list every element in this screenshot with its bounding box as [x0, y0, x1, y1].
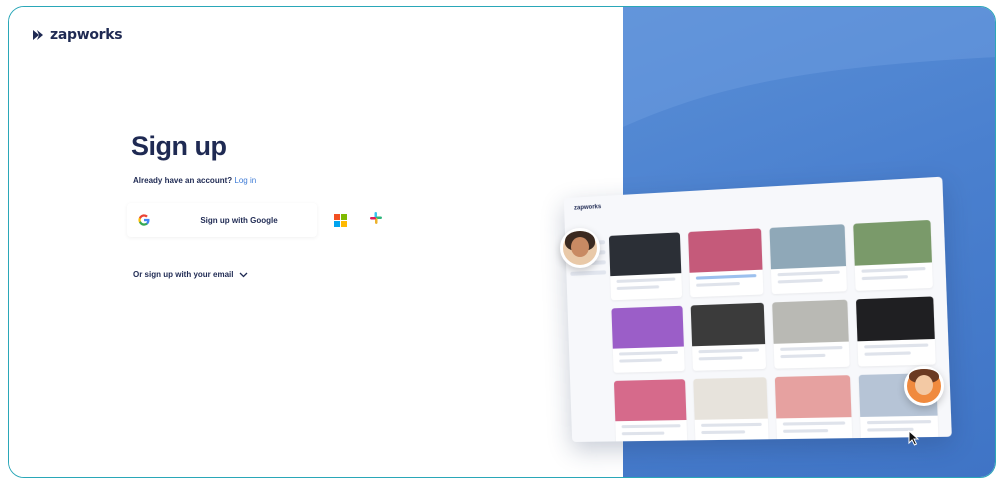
mockup-project-grid [608, 219, 939, 443]
project-card [688, 228, 764, 298]
login-prompt: Already have an account? Log in [133, 176, 256, 185]
login-prompt-text: Already have an account? [133, 176, 233, 185]
microsoft-signup-button[interactable] [327, 207, 353, 233]
chevron-down-icon [239, 265, 248, 283]
background-wave [623, 7, 995, 127]
project-card [693, 377, 769, 443]
project-card [855, 296, 936, 367]
product-mockup: zapworks [563, 176, 952, 443]
login-link[interactable]: Log in [234, 176, 256, 185]
brand-name: zapworks [50, 27, 123, 43]
page-title: Sign up [131, 131, 227, 161]
social-signup-row: Sign up with Google [127, 203, 389, 237]
email-signup-label: Or sign up with your email [133, 269, 234, 279]
google-icon [127, 203, 161, 237]
google-signup-label: Sign up with Google [200, 215, 278, 225]
project-card [853, 219, 933, 291]
project-card [769, 224, 847, 295]
slack-signup-button[interactable] [363, 207, 389, 233]
google-signup-button[interactable]: Sign up with Google [127, 203, 317, 237]
slack-icon [369, 211, 383, 230]
brand-logo[interactable]: zapworks [31, 27, 123, 43]
project-card [613, 379, 688, 443]
mockup-app-name: zapworks [573, 204, 602, 212]
project-card [608, 232, 683, 301]
user-avatar-right [904, 366, 944, 406]
project-card [774, 375, 853, 443]
pointer-cursor-icon [908, 429, 920, 451]
microsoft-icon [333, 213, 347, 227]
user-avatar-left [560, 228, 600, 268]
project-card [772, 299, 850, 369]
project-card [611, 305, 685, 373]
email-signup-toggle[interactable]: Or sign up with your email [133, 265, 248, 283]
project-card [690, 302, 767, 371]
signup-panel: zapworks Sign up Already have an account… [9, 7, 623, 477]
zapworks-logo-icon [31, 28, 45, 42]
